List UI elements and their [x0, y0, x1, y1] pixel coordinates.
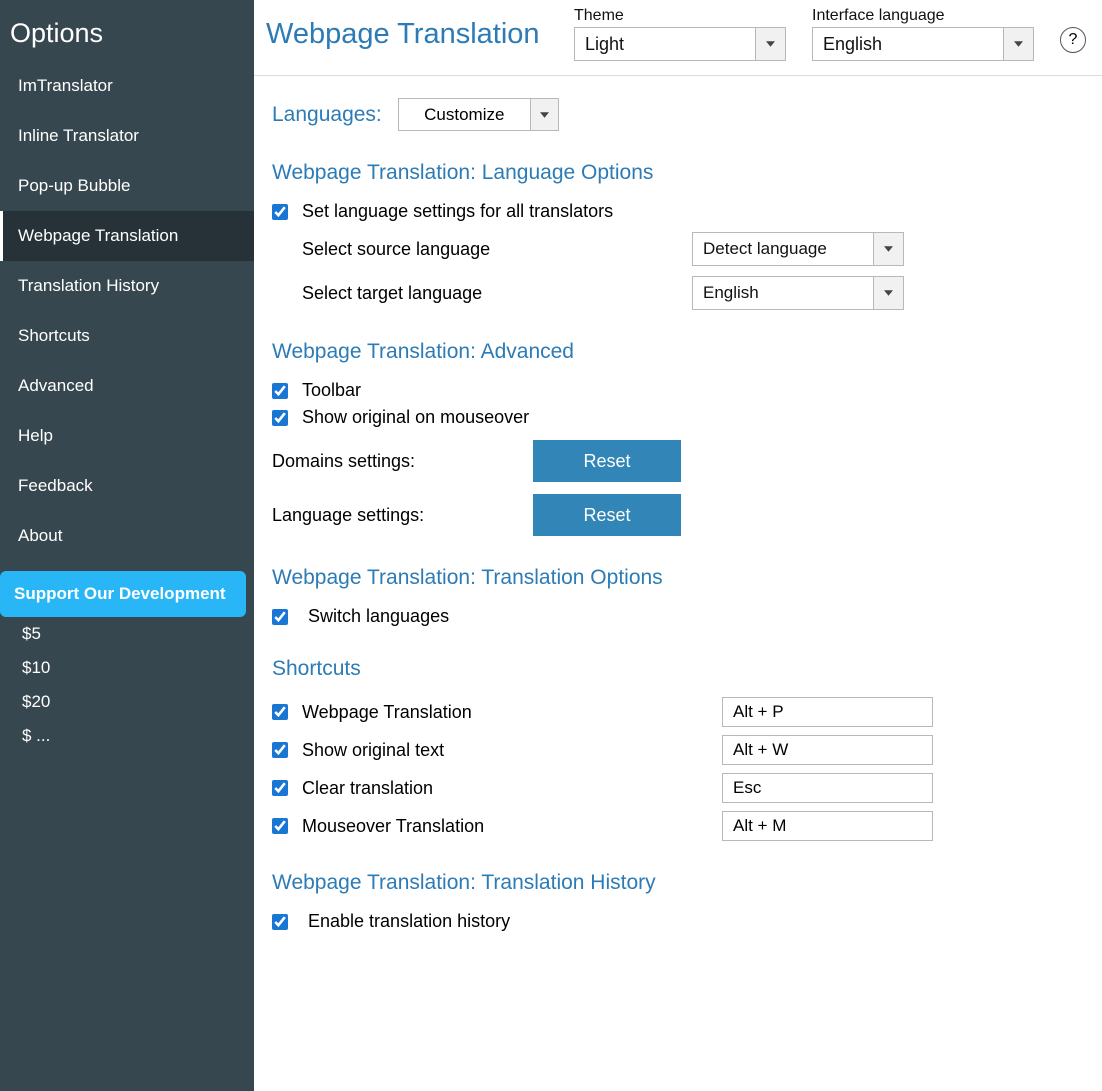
- sidebar-item-feedback[interactable]: Feedback: [0, 461, 254, 511]
- set-all-translators-checkbox[interactable]: [272, 204, 288, 220]
- target-language-row: Select target language English: [302, 276, 1084, 310]
- help-icon[interactable]: ?: [1060, 27, 1086, 53]
- chevron-down-icon: [755, 28, 785, 60]
- interface-language-field: Interface language English: [812, 7, 1034, 75]
- section-advanced-title: Webpage Translation: Advanced: [272, 340, 1084, 364]
- languages-label: Languages:: [272, 103, 382, 127]
- languages-row: Languages: Customize: [272, 98, 1084, 131]
- chevron-down-icon: [873, 233, 903, 265]
- shortcut-webpage-translation-input[interactable]: [722, 697, 933, 727]
- shortcut-mouseover-translation-input[interactable]: [722, 811, 933, 841]
- customize-languages-button[interactable]: Customize: [398, 98, 559, 131]
- sidebar-item-translation-history[interactable]: Translation History: [0, 261, 254, 311]
- shortcut-show-original-label: Show original text: [302, 740, 722, 761]
- theme-select[interactable]: Light: [574, 27, 786, 61]
- source-language-value: Detect language: [693, 239, 873, 259]
- donate-20[interactable]: $20: [0, 685, 254, 719]
- main-panel: Webpage Translation Theme Light Interfac…: [254, 0, 1102, 1091]
- section-translation-history-title: Webpage Translation: Translation History: [272, 871, 1084, 895]
- chevron-down-icon: [530, 99, 558, 130]
- target-language-value: English: [693, 283, 873, 303]
- content: Languages: Customize Webpage Translation…: [254, 76, 1102, 978]
- options-title: Options: [0, 0, 254, 61]
- shortcut-clear-translation-row: Clear translation: [272, 773, 1084, 803]
- shortcut-mouseover-translation-row: Mouseover Translation: [272, 811, 1084, 841]
- shortcut-clear-translation-input[interactable]: [722, 773, 933, 803]
- donate-custom[interactable]: $ ...: [0, 719, 254, 753]
- interface-language-value: English: [813, 34, 1003, 55]
- sidebar-item-advanced[interactable]: Advanced: [0, 361, 254, 411]
- domains-reset-row: Domains settings: Reset: [272, 440, 1084, 482]
- language-reset-button[interactable]: Reset: [533, 494, 681, 536]
- toolbar-checkbox[interactable]: [272, 383, 288, 399]
- enable-history-label: Enable translation history: [302, 911, 1084, 932]
- theme-field: Theme Light: [574, 7, 786, 75]
- set-all-translators-label: Set language settings for all translator…: [302, 201, 1084, 222]
- interface-language-label: Interface language: [812, 7, 1034, 25]
- interface-language-select[interactable]: English: [812, 27, 1034, 61]
- sidebar-item-imtranslator[interactable]: ImTranslator: [0, 61, 254, 111]
- sidebar-item-webpage-translation[interactable]: Webpage Translation: [0, 211, 254, 261]
- shortcut-webpage-translation-label: Webpage Translation: [302, 702, 722, 723]
- shortcut-show-original-row: Show original text: [272, 735, 1084, 765]
- shortcut-mouseover-translation-checkbox[interactable]: [272, 818, 288, 834]
- sidebar-item-inline-translator[interactable]: Inline Translator: [0, 111, 254, 161]
- language-reset-row: Language settings: Reset: [272, 494, 1084, 536]
- shortcut-show-original-checkbox[interactable]: [272, 742, 288, 758]
- target-language-select[interactable]: English: [692, 276, 904, 310]
- shortcut-show-original-input[interactable]: [722, 735, 933, 765]
- toolbar-row: Toolbar: [272, 380, 1084, 401]
- language-settings-label: Language settings:: [272, 505, 533, 526]
- target-language-label: Select target language: [302, 283, 692, 304]
- enable-history-checkbox[interactable]: [272, 914, 288, 930]
- donate-10[interactable]: $10: [0, 651, 254, 685]
- theme-label: Theme: [574, 7, 786, 25]
- support-development-button[interactable]: Support Our Development: [0, 571, 246, 617]
- switch-languages-label: Switch languages: [302, 606, 1084, 627]
- section-translation-options-title: Webpage Translation: Translation Options: [272, 566, 1084, 590]
- shortcut-webpage-translation-row: Webpage Translation: [272, 697, 1084, 727]
- sidebar-item-popup-bubble[interactable]: Pop-up Bubble: [0, 161, 254, 211]
- sidebar-item-about[interactable]: About: [0, 511, 254, 561]
- source-language-select[interactable]: Detect language: [692, 232, 904, 266]
- section-shortcuts-title: Shortcuts: [272, 657, 1084, 681]
- customize-text: Customize: [399, 105, 530, 125]
- source-language-row: Select source language Detect language: [302, 232, 1084, 266]
- shortcut-webpage-translation-checkbox[interactable]: [272, 704, 288, 720]
- theme-value: Light: [575, 34, 755, 55]
- domains-reset-button[interactable]: Reset: [533, 440, 681, 482]
- chevron-down-icon: [873, 277, 903, 309]
- sidebar-item-help[interactable]: Help: [0, 411, 254, 461]
- shortcut-mouseover-translation-label: Mouseover Translation: [302, 816, 722, 837]
- switch-languages-checkbox[interactable]: [272, 609, 288, 625]
- enable-history-row: Enable translation history: [272, 911, 1084, 932]
- toolbar-label: Toolbar: [302, 380, 1084, 401]
- header: Webpage Translation Theme Light Interfac…: [254, 0, 1102, 76]
- domains-settings-label: Domains settings:: [272, 451, 533, 472]
- switch-languages-row: Switch languages: [272, 606, 1084, 627]
- donate-5[interactable]: $5: [0, 617, 254, 651]
- mouseover-label: Show original on mouseover: [302, 407, 1084, 428]
- shortcut-clear-translation-label: Clear translation: [302, 778, 722, 799]
- source-language-label: Select source language: [302, 239, 692, 260]
- sidebar: Options ImTranslator Inline Translator P…: [0, 0, 254, 1091]
- shortcut-clear-translation-checkbox[interactable]: [272, 780, 288, 796]
- sidebar-item-shortcuts[interactable]: Shortcuts: [0, 311, 254, 361]
- set-all-translators-row: Set language settings for all translator…: [272, 201, 1084, 222]
- chevron-down-icon: [1003, 28, 1033, 60]
- mouseover-checkbox[interactable]: [272, 410, 288, 426]
- page-title: Webpage Translation: [266, 18, 574, 75]
- section-language-options-title: Webpage Translation: Language Options: [272, 161, 1084, 185]
- mouseover-row: Show original on mouseover: [272, 407, 1084, 428]
